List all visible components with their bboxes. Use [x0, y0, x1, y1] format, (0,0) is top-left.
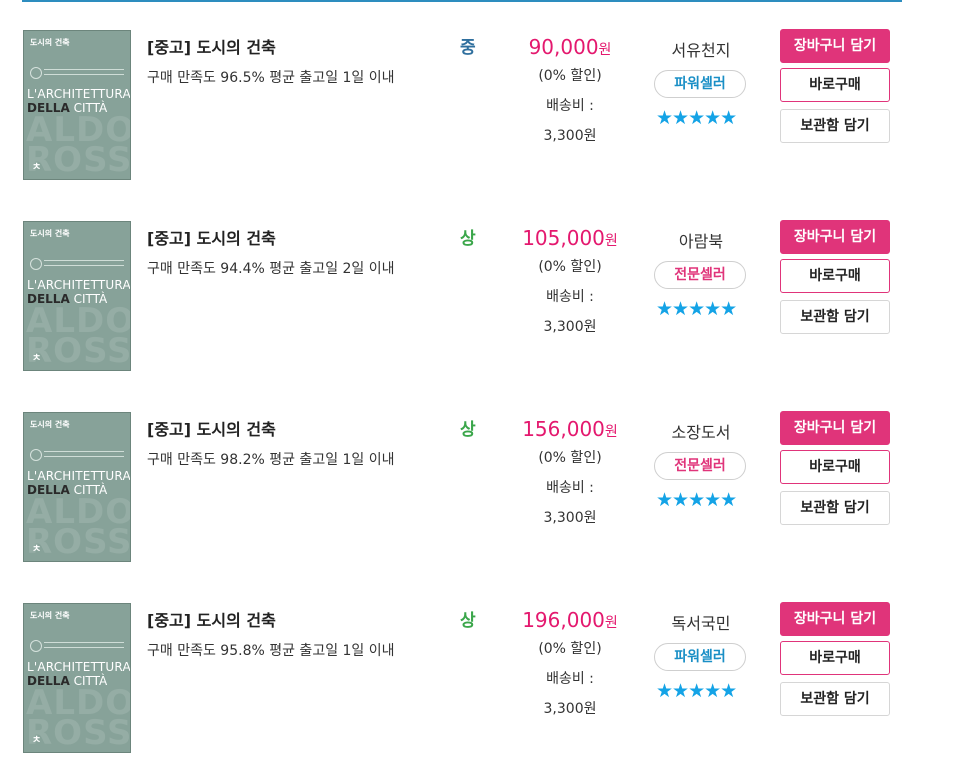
condition-grade: 상 [460, 229, 476, 249]
publisher-logo: ㅊ [32, 735, 42, 746]
cover-author: ALDO ROSSI [26, 110, 131, 180]
price-block: 90,000원 (0% 할인) 배송비 : 3,300원 [510, 35, 630, 145]
cover-emblem-icon [30, 258, 42, 270]
cover-author: ALDO ROSSI [26, 492, 131, 562]
discount: (0% 할인) [538, 450, 602, 466]
cover-rule [44, 451, 124, 452]
discount: (0% 할인) [538, 68, 602, 84]
cover-rule [44, 642, 124, 643]
add-to-cart-button[interactable]: 장바구니 담기 [780, 29, 890, 63]
listing-row: 도시의 건축 L'ARCHITETTURA DELLA CITTÀ ALDO R… [0, 0, 960, 191]
cover-line1: L'ARCHITETTURA [27, 660, 131, 674]
shipping-label: 배송비 : [546, 289, 594, 305]
seller-badge: 파워셀러 [654, 643, 746, 671]
book-title-link[interactable]: [중고] 도시의 건축 [147, 607, 276, 631]
cover-title: 도시의 건축 [30, 611, 70, 620]
cover-line1: L'ARCHITETTURA [27, 278, 131, 292]
cover-emblem-icon [30, 449, 42, 461]
shipping-label: 배송비 : [546, 480, 594, 496]
seller-name-link[interactable]: 독서국민 [640, 610, 762, 634]
shipping-label: 배송비 : [546, 98, 594, 114]
price: 90,000원 [528, 35, 612, 59]
cover-author: ALDO ROSSI [26, 683, 131, 753]
shipping-fee: 3,300원 [543, 128, 597, 144]
seller-meta: 구매 만족도 98.2% 평균 출고일 1일 이내 [147, 452, 395, 468]
listing-row: 도시의 건축 L'ARCHITETTURA DELLA CITTÀ ALDO R… [0, 191, 960, 382]
cover-emblem-icon [30, 640, 42, 652]
shipping-label: 배송비 : [546, 671, 594, 687]
price-block: 156,000원 (0% 할인) 배송비 : 3,300원 [510, 417, 630, 527]
price: 105,000원 [522, 226, 618, 250]
discount: (0% 할인) [538, 641, 602, 657]
publisher-logo: ㅊ [32, 353, 42, 364]
buy-now-button[interactable]: 바로구매 [780, 641, 890, 675]
cover-rule [44, 265, 124, 266]
save-to-wishlist-button[interactable]: 보관함 담기 [780, 491, 890, 525]
cover-rule [44, 647, 124, 648]
rating-stars-icon: ★★★★★ [656, 489, 737, 511]
cover-rule [44, 456, 124, 457]
book-cover-image[interactable]: 도시의 건축 L'ARCHITETTURA DELLA CITTÀ ALDO R… [23, 30, 131, 180]
book-cover-image[interactable]: 도시의 건축 L'ARCHITETTURA DELLA CITTÀ ALDO R… [23, 221, 131, 371]
cover-line1: L'ARCHITETTURA [27, 87, 131, 101]
buy-now-button[interactable]: 바로구매 [780, 259, 890, 293]
cover-line1: L'ARCHITETTURA [27, 469, 131, 483]
shipping-fee: 3,300원 [543, 510, 597, 526]
discount: (0% 할인) [538, 259, 602, 275]
shipping-fee: 3,300원 [543, 319, 597, 335]
listing-row: 도시의 건축 L'ARCHITETTURA DELLA CITTÀ ALDO R… [0, 573, 960, 764]
price-block: 196,000원 (0% 할인) 배송비 : 3,300원 [510, 608, 630, 718]
cover-rule [44, 74, 124, 75]
seller-meta: 구매 만족도 95.8% 평균 출고일 1일 이내 [147, 643, 395, 659]
add-to-cart-button[interactable]: 장바구니 담기 [780, 602, 890, 636]
seller-name-link[interactable]: 서유천지 [640, 37, 762, 61]
seller-name-link[interactable]: 아람북 [640, 228, 762, 252]
rating-stars-icon: ★★★★★ [656, 680, 737, 702]
rating-stars-icon: ★★★★★ [656, 107, 737, 129]
book-cover-image[interactable]: 도시의 건축 L'ARCHITETTURA DELLA CITTÀ ALDO R… [23, 603, 131, 753]
cover-title: 도시의 건축 [30, 229, 70, 238]
book-cover-image[interactable]: 도시의 건축 L'ARCHITETTURA DELLA CITTÀ ALDO R… [23, 412, 131, 562]
seller-badge: 전문셀러 [654, 452, 746, 480]
buy-now-button[interactable]: 바로구매 [780, 68, 890, 102]
price: 156,000원 [522, 417, 618, 441]
seller-badge: 파워셀러 [654, 70, 746, 98]
seller-meta: 구매 만족도 96.5% 평균 출고일 1일 이내 [147, 70, 395, 86]
rating-stars-icon: ★★★★★ [656, 298, 737, 320]
add-to-cart-button[interactable]: 장바구니 담기 [780, 220, 890, 254]
cover-author: ALDO ROSSI [26, 301, 131, 371]
condition-grade: 중 [460, 38, 476, 58]
cover-rule [44, 260, 124, 261]
publisher-logo: ㅊ [32, 162, 42, 173]
save-to-wishlist-button[interactable]: 보관함 담기 [780, 109, 890, 143]
add-to-cart-button[interactable]: 장바구니 담기 [780, 411, 890, 445]
cover-title: 도시의 건축 [30, 38, 70, 47]
price-block: 105,000원 (0% 할인) 배송비 : 3,300원 [510, 226, 630, 336]
save-to-wishlist-button[interactable]: 보관함 담기 [780, 682, 890, 716]
book-title-link[interactable]: [중고] 도시의 건축 [147, 34, 276, 58]
book-title-link[interactable]: [중고] 도시의 건축 [147, 416, 276, 440]
cover-title: 도시의 건축 [30, 420, 70, 429]
cover-emblem-icon [30, 67, 42, 79]
seller-name-link[interactable]: 소장도서 [640, 419, 762, 443]
save-to-wishlist-button[interactable]: 보관함 담기 [780, 300, 890, 334]
condition-grade: 상 [460, 611, 476, 631]
price: 196,000원 [522, 608, 618, 632]
shipping-fee: 3,300원 [543, 701, 597, 717]
listing-row: 도시의 건축 L'ARCHITETTURA DELLA CITTÀ ALDO R… [0, 382, 960, 573]
book-title-link[interactable]: [중고] 도시의 건축 [147, 225, 276, 249]
buy-now-button[interactable]: 바로구매 [780, 450, 890, 484]
condition-grade: 상 [460, 420, 476, 440]
seller-badge: 전문셀러 [654, 261, 746, 289]
publisher-logo: ㅊ [32, 544, 42, 555]
cover-rule [44, 69, 124, 70]
seller-meta: 구매 만족도 94.4% 평균 출고일 2일 이내 [147, 261, 395, 277]
